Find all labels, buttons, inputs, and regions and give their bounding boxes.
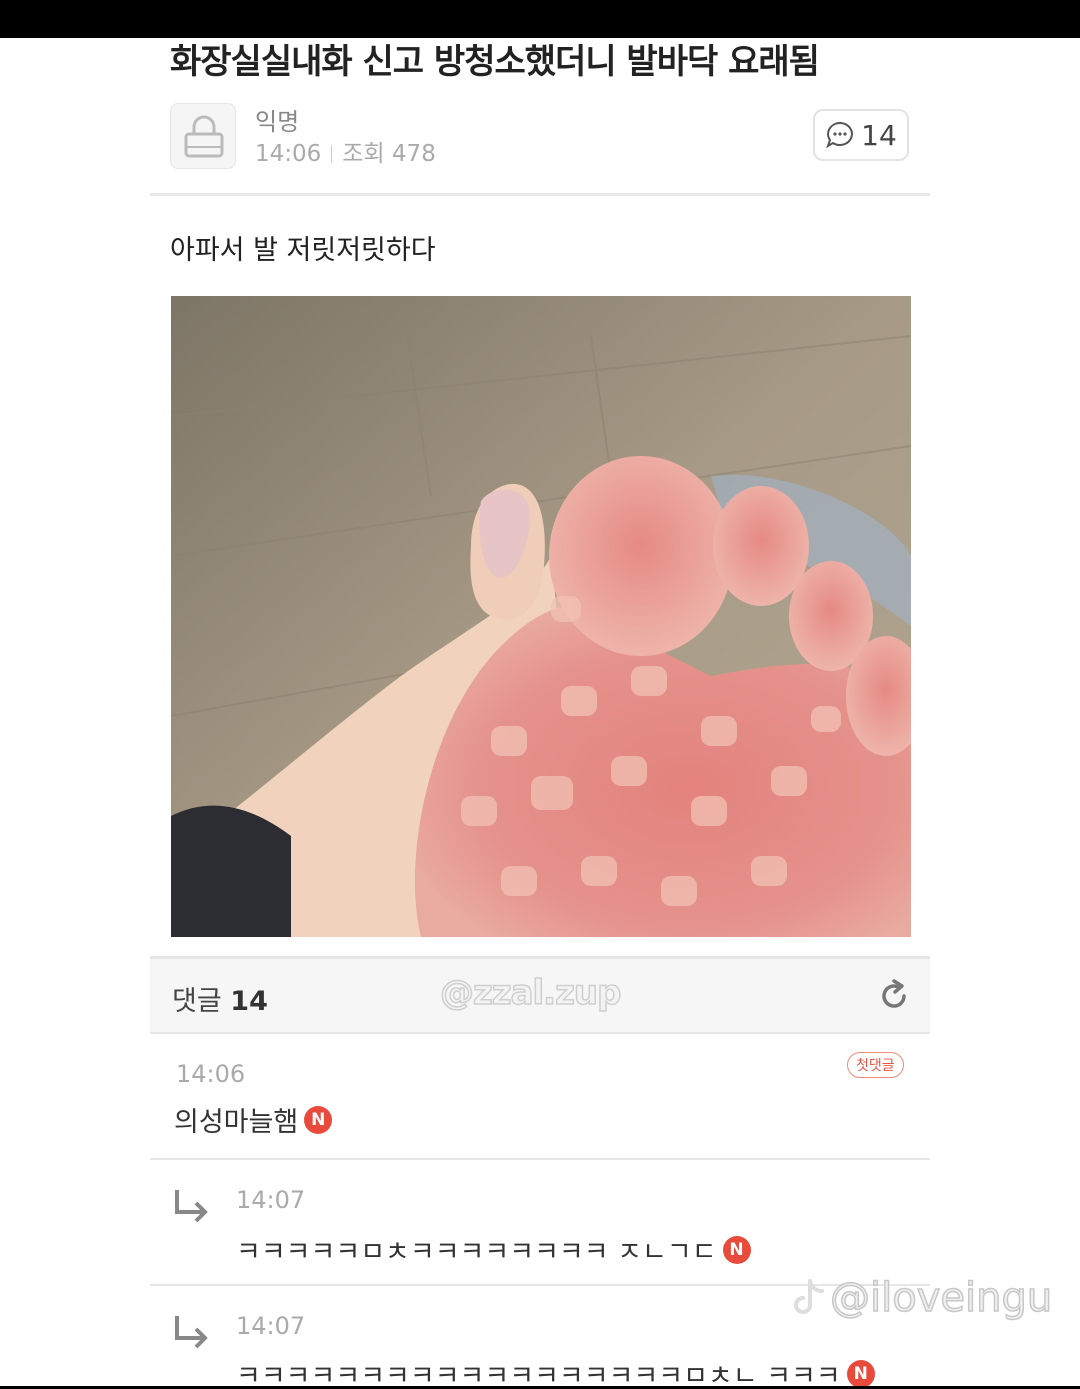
comments-title: 댓글: [172, 986, 222, 1017]
comment-count: 14: [861, 118, 897, 152]
comment-body: ㅋㅋㅋㅋㅋㅋㅋㅋㅋㅋㅋㅋㅋㅋㅋㅋㅋㅋㅁㅊㄴ ㅋㅋㅋ: [236, 1361, 841, 1386]
comments-count: 14: [230, 986, 268, 1017]
comment-time: 14:07: [236, 1186, 306, 1214]
comment-item[interactable]: 14:06 첫댓글 의성마늘햄 N: [150, 1034, 930, 1158]
post-meta: 14:06 조회 478: [255, 134, 436, 168]
comment-time: 14:07: [236, 1312, 306, 1340]
watermark: @zzal.zup: [439, 972, 622, 1014]
comment-count-button[interactable]: 14: [813, 109, 909, 161]
new-badge: N: [846, 1359, 875, 1386]
comment-author: 의성마늘햄: [174, 1107, 299, 1138]
tiktok-handle: @iloveingu: [829, 1274, 1053, 1322]
comment-body: ㅋㅋㅋㅋㅋㅁㅊㅋㅋㅋㅋㅋㅋㅋㅋ ㅈㄴㄱㄷ: [236, 1237, 717, 1268]
comment-text: 의성마늘햄 N: [174, 1100, 333, 1139]
new-badge: N: [304, 1105, 333, 1134]
comments-label: 댓글 14: [172, 979, 268, 1018]
comment-text: ㅋㅋㅋㅋㅋㅁㅊㅋㅋㅋㅋㅋㅋㅋㅋ ㅈㄴㄱㄷ N: [236, 1230, 751, 1269]
app-screen: 화장실실내화 신고 방청소했더니 발바닥 요래됨 익명 14:06 조회 478 …: [0, 38, 1080, 1386]
post-body: 아파서 발 저릿저릿하다: [170, 235, 436, 266]
comment-text: ㅋㅋㅋㅋㅋㅋㅋㅋㅋㅋㅋㅋㅋㅋㅋㅋㅋㅋㅁㅊㄴ ㅋㅋㅋ N: [236, 1354, 875, 1386]
post-views: 조회 478: [342, 141, 436, 167]
first-comment-badge: 첫댓글: [847, 1052, 904, 1078]
reply-arrow-icon: [175, 1316, 208, 1349]
lock-icon: [184, 115, 224, 158]
post-title: 화장실실내화 신고 방청소했더니 발바닥 요래됨: [170, 42, 820, 82]
tiktok-watermark: @iloveingu: [790, 1274, 1053, 1322]
author-name: 익명: [255, 108, 300, 136]
post-photo[interactable]: [171, 296, 911, 937]
comment-time: 14:06: [176, 1060, 246, 1088]
meta-divider: [331, 145, 333, 163]
foot-photo: [171, 296, 911, 937]
tiktok-logo-icon: [794, 1279, 824, 1314]
post-time: 14:06: [255, 141, 322, 167]
speech-bubble-icon: [826, 121, 854, 149]
comments-header: 댓글 14 @zzal.zup: [150, 956, 930, 1034]
refresh-icon[interactable]: [878, 979, 912, 1013]
new-badge: N: [722, 1235, 751, 1264]
reply-item[interactable]: 14:07 ㅋㅋㅋㅋㅋㅁㅊㅋㅋㅋㅋㅋㅋㅋㅋ ㅈㄴㄱㄷ N: [150, 1160, 930, 1284]
avatar: [170, 103, 236, 169]
reply-arrow-icon: [175, 1190, 208, 1223]
header-divider: [150, 193, 930, 196]
